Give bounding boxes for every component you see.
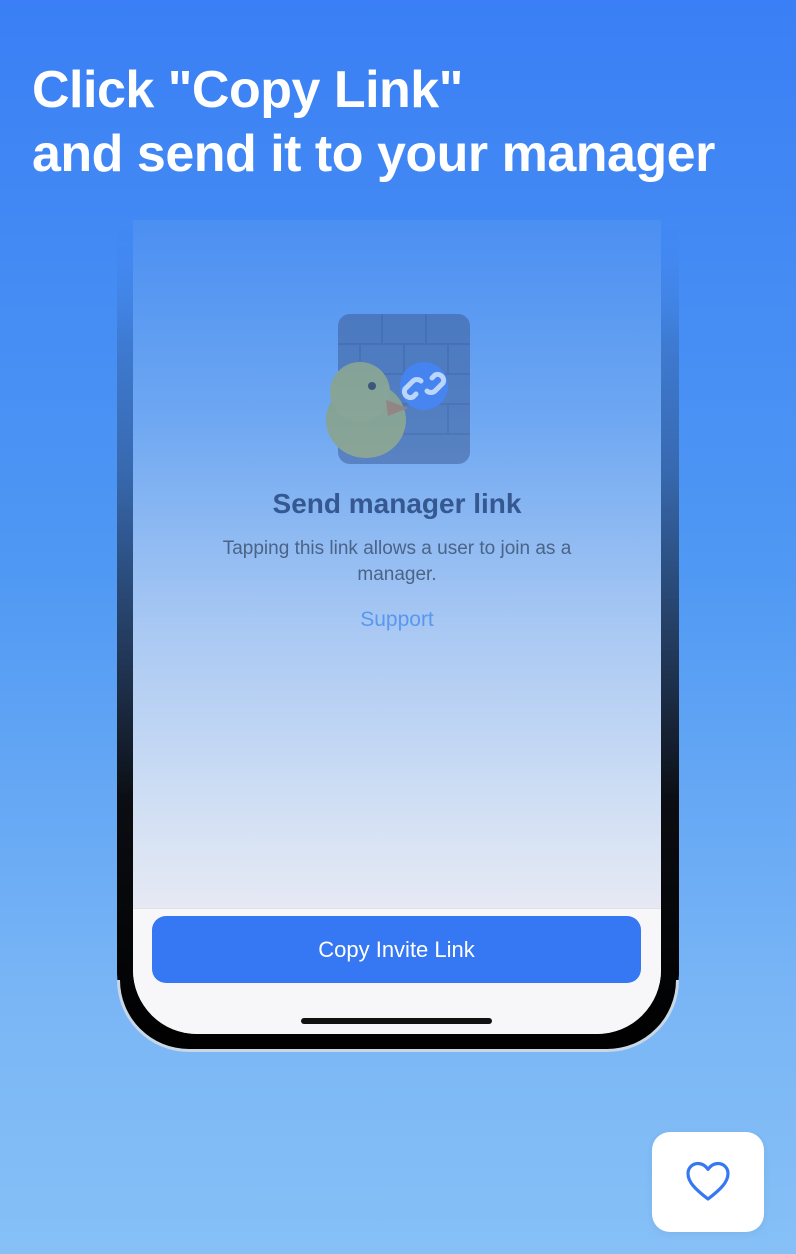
headline-line-1: Click "Copy Link" [32, 61, 463, 119]
copy-invite-link-button[interactable]: Copy Invite Link [152, 916, 641, 983]
duck-link-illustration [326, 314, 470, 464]
headline-line-2: and send it to your manager [32, 125, 715, 183]
phone-screen: Send manager link Tapping this link allo… [133, 220, 661, 1034]
screen-title: Send manager link [272, 488, 522, 519]
favorite-button[interactable] [652, 1132, 764, 1232]
headline: Click "Copy Link" and send it to your ma… [32, 58, 772, 186]
support-link[interactable]: Support [133, 608, 661, 632]
screen-description: Tapping this link allows a user to join … [222, 538, 572, 585]
heart-icon [686, 1161, 730, 1201]
home-indicator [301, 1018, 492, 1024]
bottom-bar: Copy Invite Link [133, 908, 661, 1034]
